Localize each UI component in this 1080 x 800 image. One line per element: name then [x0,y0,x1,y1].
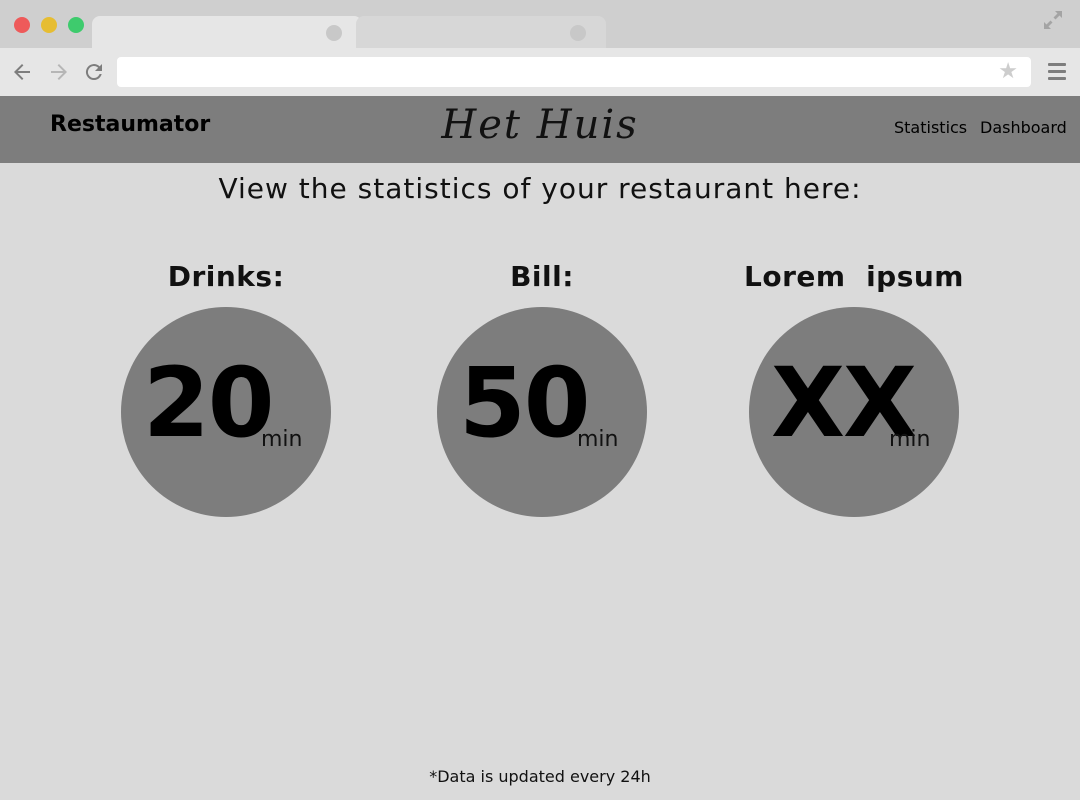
stat-card-drinks: Drinks: 20 min [96,260,356,517]
stat-label: Bill: [510,260,574,293]
stat-value: 20 [143,347,275,459]
minimize-window-button[interactable] [41,17,57,33]
star-icon[interactable]: ★ [998,60,1018,84]
page-title: View the statistics of your restaurant h… [218,172,862,205]
stat-value: 50 [459,347,591,459]
forward-arrow-icon[interactable] [47,60,71,84]
stat-label: Drinks: [167,260,285,293]
tab-close-icon[interactable] [570,25,586,41]
stat-circle: XX min [749,307,959,517]
zoom-window-button[interactable] [68,17,84,33]
browser-toolbar: ★ [0,48,1080,96]
address-bar[interactable] [117,57,1031,87]
browser-titlebar [0,0,1080,50]
stat-circle: 50 min [437,307,647,517]
stat-card-bill: Bill: 50 min [412,260,672,517]
close-window-button[interactable] [14,17,30,33]
stat-card-lorem-ipsum: Lorem ipsum XX min [724,260,984,517]
stat-circle: 20 min [121,307,331,517]
menu-icon[interactable] [1048,63,1066,81]
tab-close-icon[interactable] [326,25,342,41]
browser-tab-inactive[interactable] [356,16,606,48]
site-header: Restaumator Het Huis Statistics Dashboar… [0,96,1080,163]
reload-icon[interactable] [82,60,106,84]
stat-label: Lorem ipsum [744,260,964,293]
back-arrow-icon[interactable] [10,60,34,84]
expand-icon[interactable] [1042,9,1064,31]
stat-unit: min [889,427,931,452]
browser-tab-active[interactable] [92,16,362,50]
stat-unit: min [261,427,303,452]
nav-statistics-link[interactable]: Statistics [894,118,967,137]
stat-unit: min [577,427,619,452]
nav-dashboard-link[interactable]: Dashboard [980,118,1067,137]
footnote: *Data is updated every 24h [429,767,651,786]
